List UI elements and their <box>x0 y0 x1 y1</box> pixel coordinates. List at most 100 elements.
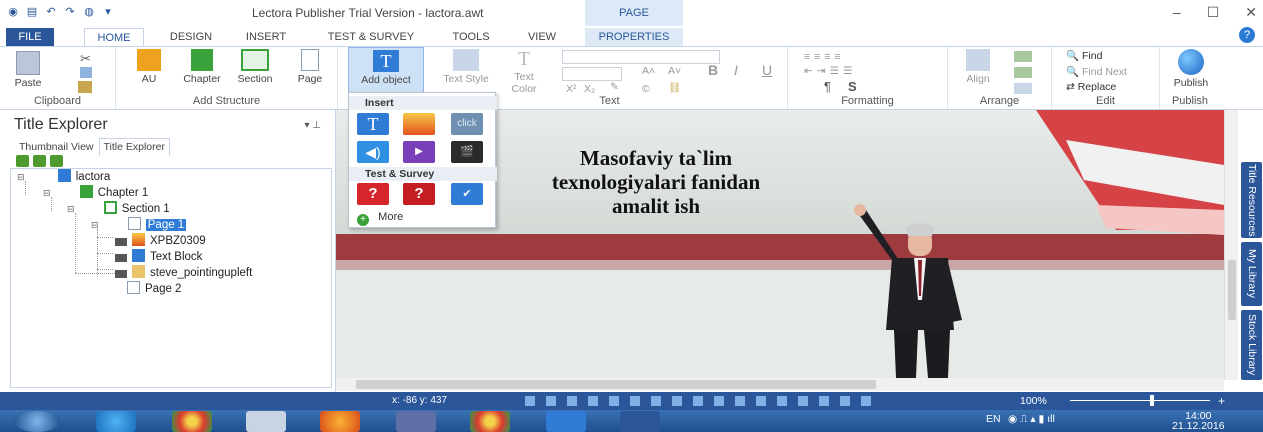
cut-icon[interactable]: ✂ <box>80 51 91 67</box>
tree-node-text-block[interactable]: Text Block <box>115 249 202 265</box>
vertical-scroll-thumb[interactable] <box>1228 260 1236 320</box>
spacing-icon[interactable]: S <box>848 79 857 94</box>
status-tool-icon-14[interactable] <box>798 396 808 406</box>
minimize-button[interactable]: – <box>1173 4 1181 21</box>
ie-taskbar-icon[interactable] <box>96 411 136 432</box>
tree-node-page-2[interactable]: Page 2 <box>127 281 181 297</box>
tree-node-chapter[interactable]: ⊟ Chapter 1 <box>43 185 148 201</box>
insert-video-icon[interactable]: ▶ <box>403 141 435 163</box>
status-tool-icon-1[interactable] <box>525 396 535 406</box>
insert-survey-question-icon[interactable]: ? <box>403 183 435 205</box>
calendar-taskbar-icon[interactable] <box>246 411 286 432</box>
superscript-icon[interactable]: X² <box>566 83 577 95</box>
add-object-button[interactable]: T Add object <box>348 47 424 93</box>
status-tool-icon-6[interactable] <box>630 396 640 406</box>
find-button[interactable]: 🔍 Find <box>1066 49 1102 62</box>
tab-design[interactable]: DESIGN <box>160 28 222 46</box>
tab-properties[interactable]: PROPERTIES <box>585 28 683 46</box>
undo-icon[interactable]: ↶ <box>44 5 58 19</box>
preview-icon[interactable]: ◍ <box>82 5 96 19</box>
bring-forward-icon[interactable] <box>1014 51 1032 62</box>
help-icon[interactable]: ? <box>1239 27 1255 43</box>
firefox-taskbar-icon[interactable] <box>320 411 360 432</box>
tree-node-image[interactable]: XPBZ0309 <box>115 233 206 249</box>
subscript-icon[interactable]: X₂ <box>584 83 595 95</box>
text-style-button[interactable]: Text Style <box>436 49 496 85</box>
shrink-font-icon[interactable]: A˅ <box>668 65 681 77</box>
status-tool-icon-8[interactable] <box>672 396 682 406</box>
paragraph-icon[interactable]: ¶ <box>824 79 831 94</box>
word-taskbar-icon[interactable] <box>620 411 660 432</box>
tab-stock-library[interactable]: Stock Library <box>1241 310 1262 380</box>
text-color-button[interactable]: T Text Color <box>504 49 544 95</box>
lectora-taskbar-icon[interactable] <box>546 411 586 432</box>
presenter-character-image[interactable] <box>846 200 1006 380</box>
zoom-slider-thumb[interactable] <box>1150 395 1154 406</box>
status-tool-icon-3[interactable] <box>567 396 577 406</box>
tree-node-person-image[interactable]: steve_pointingupleft <box>115 265 252 281</box>
align-button[interactable]: Align <box>958 49 998 85</box>
save-icon[interactable]: ▤ <box>25 5 39 19</box>
tree-node-title[interactable]: ⊟ lactora <box>17 169 110 185</box>
paste-button[interactable]: Paste <box>10 51 46 89</box>
save-app-taskbar-icon[interactable] <box>396 411 436 432</box>
insert-test-icon[interactable]: ✔ <box>451 183 483 205</box>
font-family-select[interactable] <box>562 50 720 64</box>
redo-icon[interactable]: ↷ <box>63 5 77 19</box>
publish-button[interactable]: Publish <box>1168 49 1214 89</box>
horizontal-scroll-thumb[interactable] <box>356 380 876 389</box>
stage-title-line-3[interactable]: amalit ish <box>486 194 826 218</box>
collapse-all-icon[interactable] <box>33 155 46 167</box>
zoom-slider-track[interactable] <box>1070 400 1210 401</box>
bold-icon[interactable]: B <box>708 62 718 78</box>
indent-list-icons[interactable]: ⇤⇥☰☰ <box>804 65 856 77</box>
tab-file[interactable]: FILE <box>6 28 54 46</box>
zoom-in-icon[interactable]: + <box>1218 394 1225 408</box>
tab-tools[interactable]: TOOLS <box>446 28 496 46</box>
app-logo-icon[interactable]: ◉ <box>6 5 20 19</box>
font-size-select[interactable] <box>562 67 622 81</box>
highlight-icon[interactable]: ✎ <box>610 81 619 93</box>
send-backward-icon[interactable] <box>1014 67 1032 78</box>
tab-view[interactable]: VIEW <box>520 28 564 46</box>
system-tray-icons[interactable]: ◉ ⎍ ▴ ▮ ıll <box>1008 413 1055 426</box>
tab-home[interactable]: HOME <box>84 28 144 46</box>
clock[interactable]: 14:00 21.12.2016 <box>1172 411 1225 432</box>
tree-node-page-1[interactable]: ⊟ Page 1 <box>91 217 187 233</box>
tab-title-explorer[interactable]: Title Explorer <box>98 138 170 156</box>
grow-font-icon[interactable]: A˄ <box>642 65 655 77</box>
format-painter-icon[interactable] <box>78 81 92 93</box>
insert-image-icon[interactable] <box>403 113 435 135</box>
status-tool-icon-5[interactable] <box>609 396 619 406</box>
status-tool-icon-16[interactable] <box>840 396 850 406</box>
status-tool-icon-7[interactable] <box>651 396 661 406</box>
link-icon[interactable]: ⛓ <box>668 81 681 94</box>
status-tool-icon-9[interactable] <box>693 396 703 406</box>
tab-my-library[interactable]: My Library <box>1241 242 1262 306</box>
status-tool-icon-11[interactable] <box>735 396 745 406</box>
status-tool-icon-12[interactable] <box>756 396 766 406</box>
add-au-button[interactable]: AU <box>134 49 164 85</box>
insert-text-block-icon[interactable]: T <box>357 113 389 135</box>
find-next-button[interactable]: 🔍 Find Next <box>1066 65 1127 78</box>
chrome-window-taskbar-icon[interactable] <box>470 411 510 432</box>
copy-icon[interactable] <box>80 67 92 78</box>
insert-audio-icon[interactable]: ◀) <box>357 141 389 163</box>
start-button[interactable] <box>14 411 60 432</box>
close-button[interactable]: ✕ <box>1245 4 1257 21</box>
symbol-icon[interactable]: © <box>642 83 650 95</box>
status-tool-icon-17[interactable] <box>861 396 871 406</box>
maximize-button[interactable]: ☐ <box>1207 4 1220 21</box>
language-indicator[interactable]: EN <box>986 413 1001 425</box>
add-page-button[interactable]: Page <box>292 49 328 85</box>
underline-icon[interactable]: U <box>762 62 772 78</box>
status-tool-icon-13[interactable] <box>777 396 787 406</box>
tree-node-section[interactable]: ⊟ Section 1 <box>67 201 170 217</box>
tab-title-resources[interactable]: Title Resources <box>1241 162 1262 238</box>
pin-icon[interactable]: ▾ ⊥ <box>304 120 321 131</box>
status-tool-icon-4[interactable] <box>588 396 598 406</box>
align-text-icons[interactable]: ≡≡≡≡ <box>804 51 845 63</box>
tab-test-survey[interactable]: TEST & SURVEY <box>316 28 426 46</box>
add-chapter-button[interactable]: Chapter <box>178 49 226 85</box>
status-tool-icon-15[interactable] <box>819 396 829 406</box>
